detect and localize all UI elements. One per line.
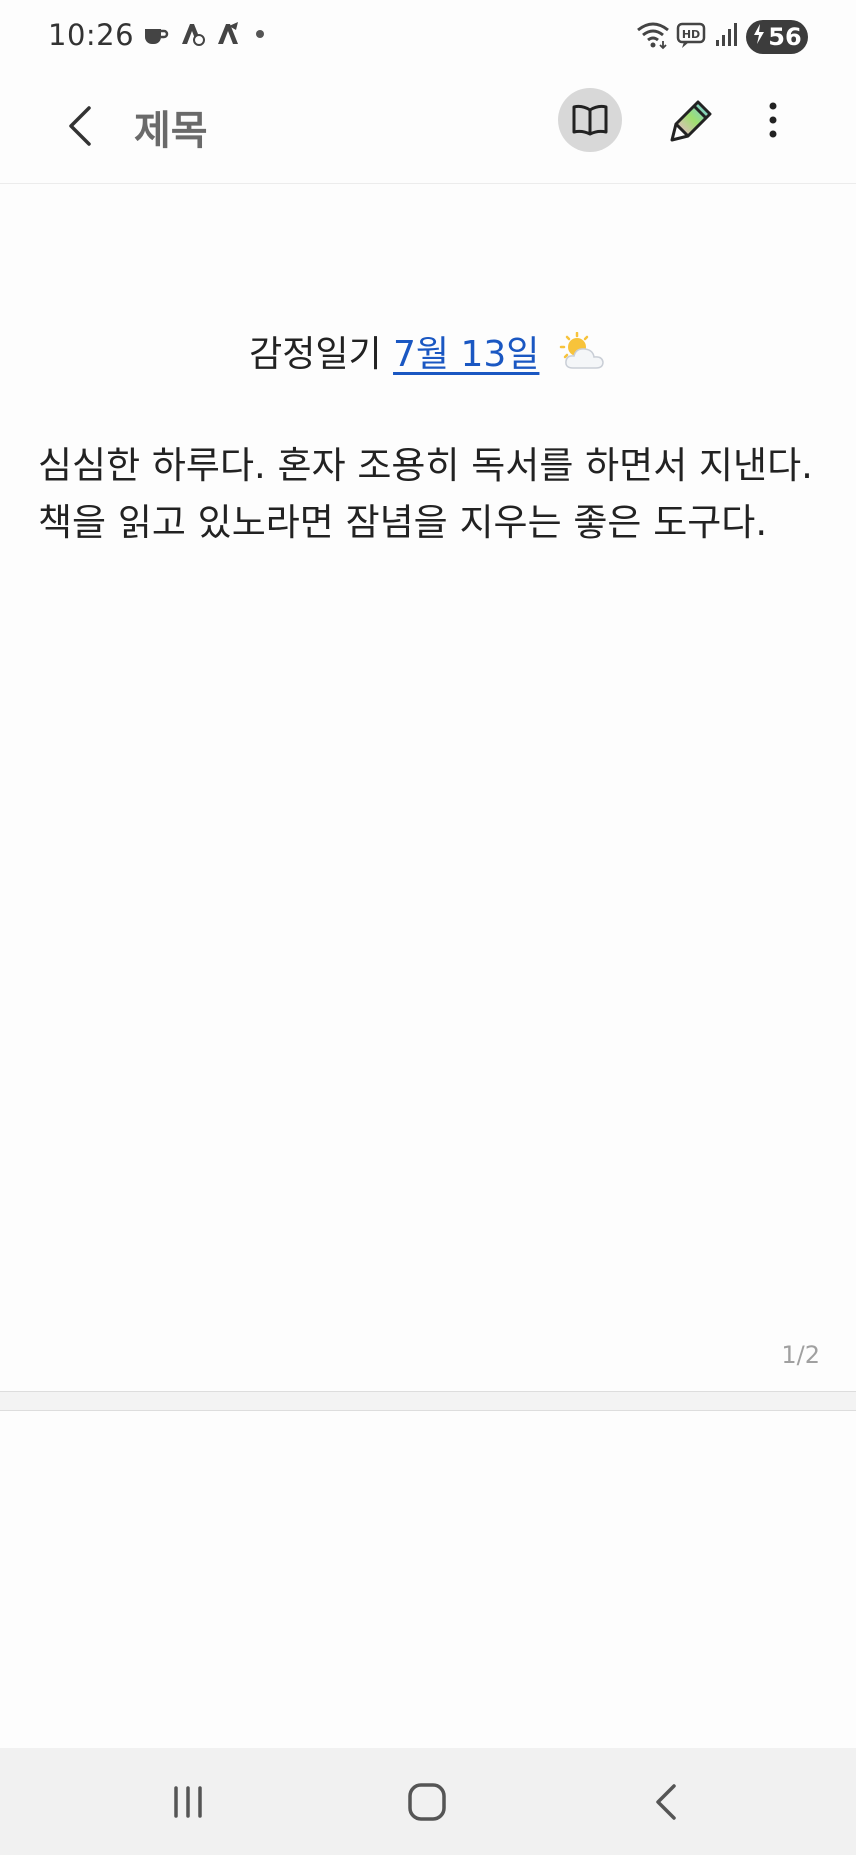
dot-icon	[250, 20, 270, 48]
back-icon	[656, 1784, 676, 1820]
hd-voice-icon: HD	[676, 20, 708, 54]
pen-mode-button[interactable]	[660, 88, 724, 152]
app-notification-icon	[214, 20, 242, 48]
note-body[interactable]: 심심한 하루다. 혼자 조용히 독서를 하면서 지낸다. 책을 읽고 있노라면 …	[38, 437, 828, 551]
recent-apps-button[interactable]	[158, 1774, 218, 1830]
battery-level: 56	[768, 23, 802, 51]
charging-icon	[752, 23, 766, 51]
coffee-icon	[142, 20, 170, 48]
note-title[interactable]: 제목	[134, 98, 208, 156]
back-button[interactable]	[52, 94, 108, 158]
headline-prefix: 감정일기	[249, 334, 382, 375]
status-bar: 10:26 HD 56	[0, 0, 856, 76]
home-button[interactable]	[397, 1774, 457, 1830]
navigation-bar	[0, 1748, 856, 1855]
wifi-icon	[636, 20, 670, 54]
sun-behind-cloud-icon	[559, 331, 607, 381]
note-page-1[interactable]: 감정일기 7월 13일 심심한 하루다. 혼자 조용히 독서를 하면서 지낸다.…	[0, 185, 856, 1391]
reader-mode-button[interactable]	[558, 88, 622, 152]
page-counter: 1/2	[781, 1341, 820, 1369]
status-right-icons: HD 56	[636, 20, 808, 54]
note-page-2[interactable]	[0, 1411, 856, 1748]
nav-back-button[interactable]	[636, 1774, 696, 1830]
note-headline[interactable]: 감정일기 7월 13일	[0, 325, 856, 381]
chevron-left-icon	[69, 106, 91, 146]
app-bar: 제목	[0, 76, 856, 184]
recent-apps-icon	[174, 1786, 202, 1818]
svg-text:HD: HD	[682, 28, 700, 41]
battery-indicator: 56	[746, 20, 808, 54]
status-time: 10:26	[48, 18, 135, 52]
date-link[interactable]: 7월 13일	[393, 334, 539, 375]
reader-mode-icon	[572, 104, 608, 136]
more-options-icon	[769, 102, 777, 138]
more-options-button[interactable]	[758, 88, 788, 152]
page-gap	[0, 1392, 856, 1410]
home-icon	[408, 1783, 446, 1821]
pen-icon	[670, 100, 712, 142]
app-notification-icon	[178, 20, 206, 48]
notification-icons	[142, 20, 270, 48]
signal-icon	[714, 20, 740, 54]
